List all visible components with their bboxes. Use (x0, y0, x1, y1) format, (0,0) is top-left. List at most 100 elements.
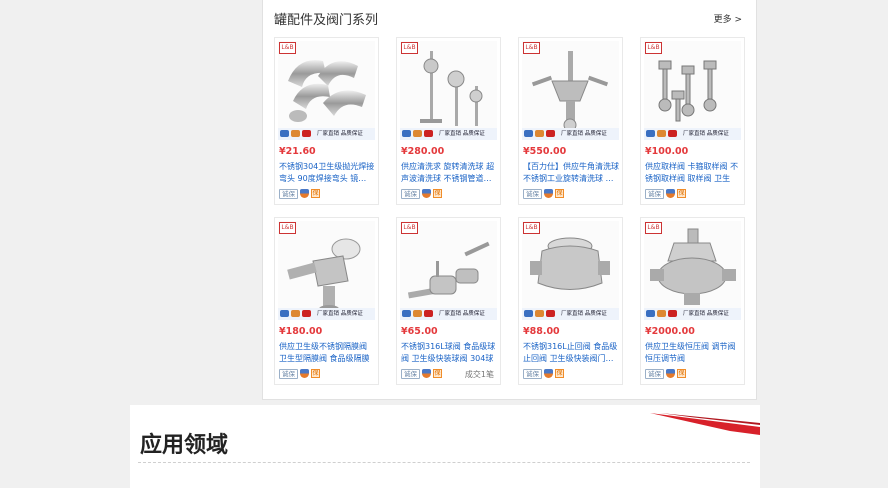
strip-text: 厂家直销 品质保证 (561, 131, 607, 137)
product-card[interactable]: L&B 厂家直销 品质保证 ¥21.60 不锈钢304卫生级抛光焊接弯头 90度… (274, 37, 379, 205)
product-image[interactable] (278, 41, 375, 138)
certification-strip: 厂家直销 品质保证 (522, 308, 619, 320)
strip-text: 厂家直销 品质保证 (317, 131, 363, 137)
integrity-chip[interactable]: 诚保 (401, 369, 420, 379)
brand-badge: L&B (523, 222, 540, 234)
guarantee-icon: 保 (677, 369, 686, 378)
brand-badge: L&B (523, 42, 540, 54)
sampling-valve-illustration (658, 60, 717, 122)
rotary-cleaner-illustration (531, 51, 609, 132)
service-icons: 诚保 保 (645, 369, 686, 379)
service-icons: 诚保 保 (645, 189, 686, 199)
strip-text: 厂家直销 品质保证 (439, 131, 485, 137)
application-section: 应用领域 (130, 405, 760, 488)
ball-valve-illustration (407, 241, 490, 299)
product-panel: 罐配件及阀门系列 更多 > L&B 厂家直销 品质保证 ¥21.60 不锈钢30… (262, 0, 757, 400)
product-card[interactable]: L&B 厂家直销 品质保证 ¥180.00 供应卫生级不锈钢隔膜阀 卫生型隔膜阀… (274, 217, 379, 385)
product-card[interactable]: L&B 厂家直销 品质保证 ¥65.00 不锈钢316L球阀 食品级球阀 卫生级… (396, 217, 501, 385)
guarantee-icon: 保 (433, 189, 442, 198)
product-title[interactable]: 供应清洗求 旋转清洗球 超声波清洗球 不锈钢管道… (401, 161, 498, 185)
product-price: ¥280.00 (401, 146, 445, 157)
more-link[interactable]: 更多 > (714, 12, 742, 25)
integrity-chip[interactable]: 诚保 (645, 189, 664, 199)
shield-icon (666, 369, 675, 378)
shield-icon (300, 369, 309, 378)
diaphragm-valve-illustration (287, 238, 361, 313)
panel-title: 罐配件及阀门系列 (274, 13, 379, 28)
strip-text: 厂家直销 品质保证 (683, 311, 729, 317)
product-card[interactable]: L&B 厂家直销 品质保证 ¥2000.00 供应卫生级恒压阀 调节阀 恒压调节… (640, 217, 745, 385)
integrity-chip[interactable]: 诚保 (279, 189, 298, 199)
certification-strip: 厂家直销 品质保证 (278, 308, 375, 320)
shield-icon (544, 189, 553, 198)
product-card[interactable]: L&B 厂家直销 品质保证 ¥88.00 不锈钢316L止回阀 食品级止回阀 卫… (518, 217, 623, 385)
product-image[interactable] (522, 41, 619, 138)
product-image[interactable] (278, 221, 375, 318)
shield-icon (422, 189, 431, 198)
service-icons: 诚保 保 (279, 369, 320, 379)
product-title[interactable]: 不锈钢316L止回阀 食品级止回阀 卫生级快装阀门… (523, 341, 620, 365)
product-image[interactable] (400, 41, 497, 138)
shield-icon (544, 369, 553, 378)
strip-text: 厂家直销 品质保证 (439, 311, 485, 317)
brand-badge: L&B (279, 222, 296, 234)
guarantee-icon: 保 (677, 189, 686, 198)
service-icons: 诚保 保 (523, 189, 564, 199)
product-price: ¥100.00 (645, 146, 689, 157)
product-image[interactable] (644, 41, 741, 138)
service-icons: 诚保 保 (401, 369, 442, 379)
service-icons: 诚保 保 (279, 189, 320, 199)
brand-badge: L&B (645, 42, 662, 54)
strip-text: 厂家直销 品质保证 (561, 311, 607, 317)
brand-badge: L&B (401, 222, 418, 234)
integrity-chip[interactable]: 诚保 (523, 369, 542, 379)
shield-icon (300, 189, 309, 198)
product-card[interactable]: L&B 厂家直销 品质保证 ¥550.00 【百力仕】供应牛角清洗球 不锈钢工业… (518, 37, 623, 205)
product-card[interactable]: L&B 厂家直销 品质保证 ¥280.00 供应清洗求 旋转清洗球 超声波清洗球… (396, 37, 501, 205)
product-card[interactable]: L&B 厂家直销 品质保证 ¥100.00 供应取样阀 卡箍取样阀 不锈钢取样阀… (640, 37, 745, 205)
shield-icon (422, 369, 431, 378)
product-image[interactable] (522, 221, 619, 318)
product-title[interactable]: 供应卫生级恒压阀 调节阀 恒压调节阀 (645, 341, 742, 365)
spray-ball-illustration (420, 51, 483, 126)
product-image[interactable] (400, 221, 497, 318)
guarantee-icon: 保 (555, 369, 564, 378)
strip-text: 厂家直销 品质保证 (317, 311, 363, 317)
product-title[interactable]: 【百力仕】供应牛角清洗球 不锈钢工业旋转清洗球 … (523, 161, 620, 185)
brand-badge: L&B (401, 42, 418, 54)
certification-strip: 厂家直销 品质保证 (644, 308, 741, 320)
shield-icon (666, 189, 675, 198)
pressure-valve-illustration (650, 228, 736, 305)
guarantee-icon: 保 (311, 189, 320, 198)
product-title[interactable]: 不锈钢304卫生级抛光焊接弯头 90度焊接弯头 镜… (279, 161, 376, 185)
product-price: ¥2000.00 (645, 326, 695, 337)
elbow-pipes-illustration (288, 60, 366, 122)
integrity-chip[interactable]: 诚保 (401, 189, 420, 199)
integrity-chip[interactable]: 诚保 (279, 369, 298, 379)
certification-strip: 厂家直销 品质保证 (400, 128, 497, 140)
product-title[interactable]: 供应取样阀 卡箍取样阀 不锈钢取样阀 取样阀 卫生级… (645, 161, 742, 185)
product-price: ¥88.00 (523, 326, 560, 337)
divider (138, 462, 750, 463)
service-icons: 诚保 保 (401, 189, 442, 199)
check-valve-illustration (530, 237, 610, 290)
red-accent-shape (650, 413, 760, 435)
guarantee-icon: 保 (555, 189, 564, 198)
product-title[interactable]: 不锈钢316L球阀 食品级球阀 卫生级快装球阀 304球阀… (401, 341, 498, 365)
brand-badge: L&B (645, 222, 662, 234)
certification-strip: 厂家直销 品质保证 (278, 128, 375, 140)
guarantee-icon: 保 (433, 369, 442, 378)
product-image[interactable] (644, 221, 741, 318)
integrity-chip[interactable]: 诚保 (523, 189, 542, 199)
strip-text: 厂家直销 品质保证 (683, 131, 729, 137)
service-icons: 诚保 保 (523, 369, 564, 379)
certification-strip: 厂家直销 品质保证 (522, 128, 619, 140)
product-price: ¥65.00 (401, 326, 438, 337)
product-price: ¥21.60 (279, 146, 316, 157)
guarantee-icon: 保 (311, 369, 320, 378)
section-title: 应用领域 (140, 433, 229, 458)
integrity-chip[interactable]: 诚保 (645, 369, 664, 379)
product-title[interactable]: 供应卫生级不锈钢隔膜阀 卫生型隔膜阀 食品级隔膜阀… (279, 341, 376, 365)
brand-badge: L&B (279, 42, 296, 54)
certification-strip: 厂家直销 品质保证 (400, 308, 497, 320)
